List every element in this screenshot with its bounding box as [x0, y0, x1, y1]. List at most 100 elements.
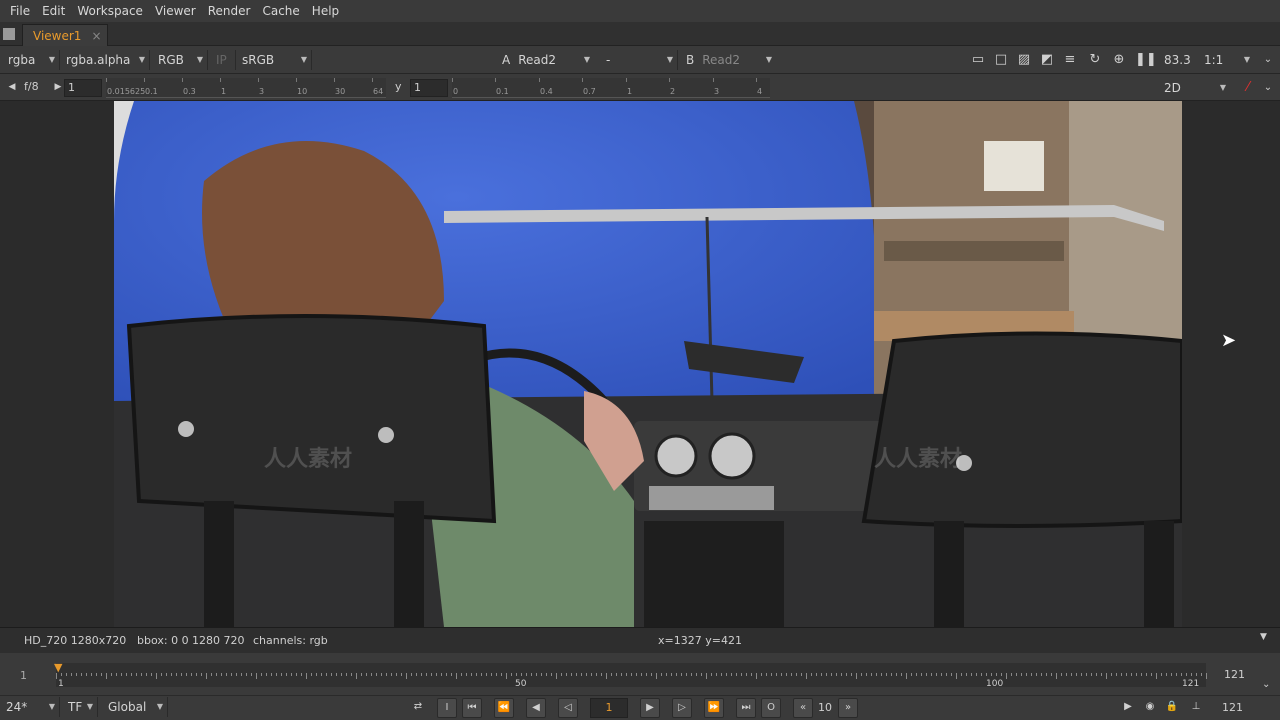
alpha-dropdown[interactable]: rgba.alpha ▼ — [62, 50, 150, 70]
tf-dropdown[interactable]: TF ▼ — [64, 697, 98, 717]
timeline-tick — [181, 673, 182, 676]
roi-icon[interactable]: ▭ — [970, 52, 986, 68]
fps-dropdown[interactable]: 24* ▼ — [2, 697, 60, 717]
gamma-slider[interactable]: 0 0.1 0.4 0.7 1 2 3 4 — [452, 78, 770, 98]
input-b-dropdown[interactable]: B Read2 ▼ — [682, 50, 776, 70]
expand-icon[interactable]: ⌄ — [1260, 52, 1276, 68]
timeline-tick — [396, 673, 397, 676]
in-point-button[interactable]: I — [437, 698, 457, 718]
lut-dropdown[interactable]: sRGB ▼ — [238, 50, 312, 70]
timeline-tick — [456, 673, 457, 679]
timeline-tick — [786, 673, 787, 676]
chevron-down-icon: ▼ — [138, 55, 145, 64]
channels-info: channels: rgb — [253, 634, 328, 647]
input-b-value: Read2 — [702, 53, 741, 67]
timeline-tick — [911, 673, 912, 676]
timeline-tick — [821, 673, 822, 676]
timeline-tick — [121, 673, 122, 676]
loop-icon[interactable]: ⇄ — [408, 698, 428, 718]
timeline-tick — [381, 673, 382, 676]
refresh-icon[interactable]: ↻ — [1087, 52, 1103, 68]
input-a-dropdown[interactable]: A Read2 ▼ — [498, 50, 594, 70]
lock-icon[interactable]: 🔒 — [1162, 698, 1182, 718]
capture-icon[interactable]: ◉ — [1140, 698, 1160, 718]
timeline-tick — [521, 673, 522, 676]
menu-file[interactable]: File — [4, 0, 36, 22]
timeline-tick — [1126, 673, 1127, 676]
out-point-button[interactable]: O — [761, 698, 781, 718]
first-frame-button[interactable]: ⏮ — [462, 698, 482, 718]
timeline-tick — [281, 673, 282, 676]
chevron-down-icon: ▼ — [666, 55, 673, 64]
ip-button[interactable]: IP — [212, 50, 236, 70]
menu-render[interactable]: Render — [202, 0, 257, 22]
timeline-tick — [926, 673, 927, 676]
range-icon[interactable]: ⊥ — [1186, 698, 1206, 718]
timeline-tick — [451, 673, 452, 676]
timeline-tick — [96, 673, 97, 676]
last-frame-button[interactable]: ⏭ — [736, 698, 756, 718]
overscan-icon[interactable]: □ — [993, 52, 1009, 68]
gain-slider[interactable]: 0.015625 0.1 0.3 1 3 10 30 64 — [106, 78, 386, 98]
viewer-image[interactable]: 人人素材 人人素材 — [114, 101, 1182, 627]
expand-icon[interactable]: ⌄ — [1262, 679, 1270, 690]
region-icon[interactable]: ⊕ — [1111, 52, 1127, 68]
timeline-tick — [726, 673, 727, 676]
pane-menu-icon[interactable] — [3, 28, 15, 40]
ruler-tick — [220, 78, 221, 82]
skip-back-button[interactable]: « — [793, 698, 813, 718]
pause-icon[interactable]: ❚❚ — [1135, 52, 1157, 68]
timeline-tick — [441, 673, 442, 676]
timeline-tick — [76, 673, 77, 676]
play-button[interactable]: ▶ — [640, 698, 660, 718]
menu-edit[interactable]: Edit — [36, 0, 71, 22]
gain-input[interactable]: 1 — [64, 79, 102, 97]
menu-cache[interactable]: Cache — [256, 0, 305, 22]
timeline-tick — [851, 673, 852, 676]
skip-increment[interactable]: 10 — [818, 701, 832, 714]
info-bar: HD_720 1280x720 bbox: 0 0 1280 720 chann… — [0, 627, 1280, 653]
prev-key-button[interactable]: ⏪ — [494, 698, 514, 718]
expand-icon[interactable]: ⌄ — [1260, 80, 1276, 96]
clip-warning-icon[interactable]: ▨ — [1016, 52, 1032, 68]
gamma-input[interactable]: 1 — [410, 79, 448, 97]
display-dropdown[interactable]: RGB ▼ — [154, 50, 208, 70]
compare-op-value: - — [606, 53, 611, 67]
timeline-tick — [666, 673, 667, 676]
paint-brush-icon[interactable]: ⁄ — [1240, 80, 1256, 96]
timeline-tick — [551, 673, 552, 676]
scope-dropdown[interactable]: Global ▼ — [104, 697, 168, 717]
timeline-tick — [366, 673, 367, 676]
menu-workspace[interactable]: Workspace — [71, 0, 149, 22]
proxy-icon[interactable]: ◩ — [1039, 52, 1055, 68]
info-toggle-icon[interactable]: ▼ — [1260, 632, 1267, 642]
timeline-slider[interactable] — [56, 663, 1207, 687]
next-key-button[interactable]: ⏩ — [704, 698, 724, 718]
alpha-value: rgba.alpha — [66, 53, 131, 67]
tab-label: Viewer1 — [33, 28, 82, 43]
playhead-marker[interactable]: ▼ — [54, 661, 62, 674]
zoom-field[interactable]: 83.3 — [1160, 50, 1198, 70]
ratio-dropdown[interactable]: 1:1 ▼ — [1200, 50, 1254, 70]
fstop-down-icon[interactable]: ◀ — [4, 79, 20, 95]
layer-dropdown[interactable]: rgba ▼ — [4, 50, 60, 70]
close-icon[interactable]: × — [91, 29, 101, 43]
step-forward-button[interactable]: ▷ — [672, 698, 692, 718]
view-mode-dropdown[interactable]: 2D ▼ — [1160, 78, 1230, 98]
timeline-tick — [946, 673, 947, 676]
compare-op-dropdown[interactable]: - ▼ — [602, 50, 678, 70]
menu-viewer[interactable]: Viewer — [149, 0, 202, 22]
tab-viewer1[interactable]: Viewer1 × — [22, 24, 108, 46]
ip-label: IP — [216, 53, 227, 67]
timeline-tick — [716, 673, 717, 676]
timeline-tick — [566, 673, 567, 676]
timeline-tick — [461, 673, 462, 676]
timeline-tick — [871, 673, 872, 676]
menu-help[interactable]: Help — [306, 0, 345, 22]
guides-icon[interactable]: ≡ — [1062, 52, 1078, 68]
skip-forward-button[interactable]: » — [838, 698, 858, 718]
step-back-button[interactable]: ◀ — [526, 698, 546, 718]
current-frame-input[interactable]: 1 — [590, 698, 628, 718]
play-reverse-button[interactable]: ◁ — [558, 698, 578, 718]
flipbook-icon[interactable]: ▶ — [1118, 698, 1138, 718]
